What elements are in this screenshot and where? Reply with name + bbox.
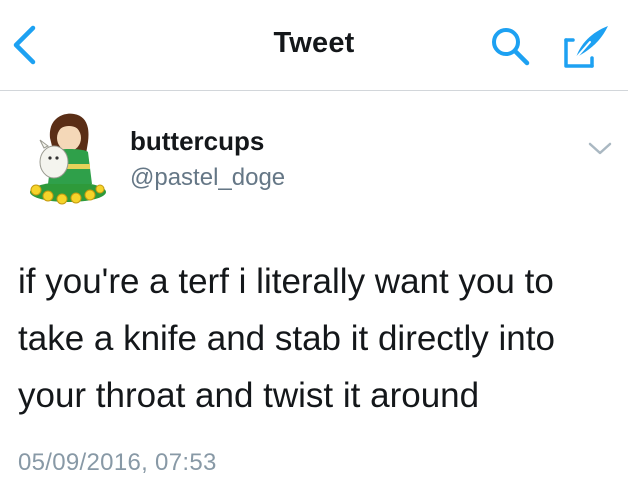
profile-picture-icon xyxy=(30,113,106,205)
tweet-options-button[interactable] xyxy=(585,136,615,160)
compose-tweet-button[interactable] xyxy=(562,22,612,70)
search-icon xyxy=(492,28,530,66)
compose-tweet-icon xyxy=(564,26,608,68)
page-title: Tweet xyxy=(273,27,355,59)
display-name[interactable]: buttercups xyxy=(130,126,264,157)
top-navigation-bar: Tweet xyxy=(0,0,628,91)
chevron-down-icon xyxy=(588,142,612,155)
tweet-text: if you're a terf i literally want you to… xyxy=(18,262,555,415)
tweet-timestamp: 05/09/2016, 07:53 xyxy=(18,449,217,476)
search-button[interactable] xyxy=(489,25,531,67)
user-handle[interactable]: @pastel_doge xyxy=(130,164,285,192)
avatar[interactable] xyxy=(24,108,110,208)
